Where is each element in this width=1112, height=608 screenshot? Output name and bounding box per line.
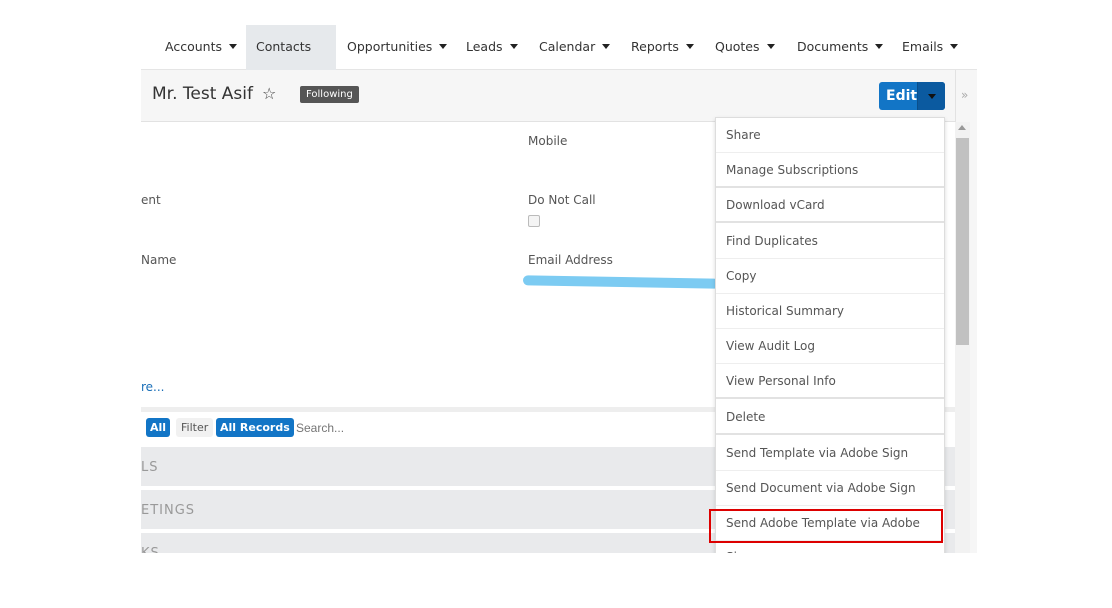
scrollbar[interactable] [955, 122, 970, 553]
nav-label: Reports [631, 39, 679, 54]
actions-dropdown-toggle[interactable] [917, 82, 945, 110]
field-label: ent [141, 193, 161, 207]
nav-label: Quotes [715, 39, 760, 54]
nav-label: Contacts [256, 39, 312, 54]
scrollbar-thumb[interactable] [956, 138, 969, 345]
nav-reports[interactable]: Reports [621, 25, 704, 70]
caret-down-icon[interactable] [685, 44, 694, 49]
filter-button[interactable]: Filter [176, 418, 214, 437]
nav-contacts[interactable]: Contacts [246, 25, 336, 93]
menu-item-delete[interactable]: Delete [716, 400, 944, 435]
caret-down-icon[interactable] [766, 44, 775, 49]
menu-item-send-document-adobe-sign[interactable]: Send Document via Adobe Sign [716, 471, 944, 506]
menu-item-download-vcard[interactable]: Download vCard [716, 188, 944, 223]
nav-documents[interactable]: Documents [787, 25, 893, 70]
subpanel-title: KS [141, 546, 160, 553]
caret-down-icon [928, 94, 936, 99]
nav-emails[interactable]: Emails [892, 25, 968, 70]
nav-calendar[interactable]: Calendar [529, 25, 620, 70]
menu-item-send-template-adobe-sign[interactable]: Send Template via Adobe Sign [716, 436, 944, 471]
menu-item-find-duplicates[interactable]: Find Duplicates [716, 224, 944, 259]
do-not-call-label: Do Not Call [528, 193, 596, 207]
search-input[interactable] [296, 421, 696, 435]
star-outline-icon[interactable]: ☆ [262, 84, 276, 103]
all-button[interactable]: All [146, 418, 171, 437]
caret-down-icon[interactable] [875, 44, 884, 49]
following-badge[interactable]: Following [300, 86, 359, 103]
record-header: Mr. Test Asif ☆ Following Edit [141, 70, 955, 122]
nav-leads[interactable]: Leads [456, 25, 528, 70]
caret-down-icon[interactable] [228, 44, 237, 49]
nav-label: Opportunities [347, 39, 433, 54]
nav-label: Leads [466, 39, 503, 54]
double-chevron-right-icon[interactable]: » [961, 88, 968, 102]
nav-label: Emails [902, 39, 944, 54]
caret-down-icon[interactable] [439, 44, 448, 49]
all-records-button[interactable]: All Records [216, 418, 294, 437]
actions-menu: Share Manage Subscriptions Download vCar… [715, 117, 945, 553]
nav-label: Accounts [165, 39, 222, 54]
top-nav: Accounts Contacts Opportunities Leads Ca… [141, 25, 977, 93]
edit-button[interactable]: Edit [879, 82, 945, 110]
do-not-call-checkbox[interactable] [528, 215, 540, 227]
edit-label: Edit [886, 88, 918, 104]
email-redaction [522, 275, 720, 289]
menu-item-share[interactable]: Share [716, 118, 944, 153]
menu-item-historical-summary[interactable]: Historical Summary [716, 294, 944, 329]
app-window: Accounts Contacts Opportunities Leads Ca… [141, 25, 977, 553]
nav-quotes[interactable]: Quotes [705, 25, 785, 70]
menu-item-send-adobe-template-adobe-sign[interactable]: Send Adobe Template via Adobe Sign [716, 506, 944, 553]
nav-accounts[interactable]: Accounts [155, 25, 247, 70]
caret-down-icon[interactable] [950, 44, 959, 49]
nav-label: Calendar [539, 39, 596, 54]
nav-label: Documents [797, 39, 869, 54]
nav-opportunities[interactable]: Opportunities [337, 25, 457, 70]
scroll-up-icon[interactable] [958, 125, 966, 130]
page-title: Mr. Test Asif [152, 84, 253, 104]
menu-item-view-personal-info[interactable]: View Personal Info [716, 364, 944, 399]
caret-down-icon[interactable] [509, 44, 518, 49]
subpanel-title: ETINGS [141, 503, 196, 518]
mobile-label: Mobile [528, 134, 568, 148]
menu-item-manage-subscriptions[interactable]: Manage Subscriptions [716, 153, 944, 188]
field-label: Name [141, 253, 177, 267]
email-label: Email Address [528, 253, 613, 267]
subpanel-title: LS [141, 460, 159, 475]
menu-item-copy[interactable]: Copy [716, 259, 944, 294]
show-more-link[interactable]: re... [141, 380, 165, 394]
menu-item-view-audit-log[interactable]: View Audit Log [716, 329, 944, 364]
caret-down-icon[interactable] [602, 44, 611, 49]
